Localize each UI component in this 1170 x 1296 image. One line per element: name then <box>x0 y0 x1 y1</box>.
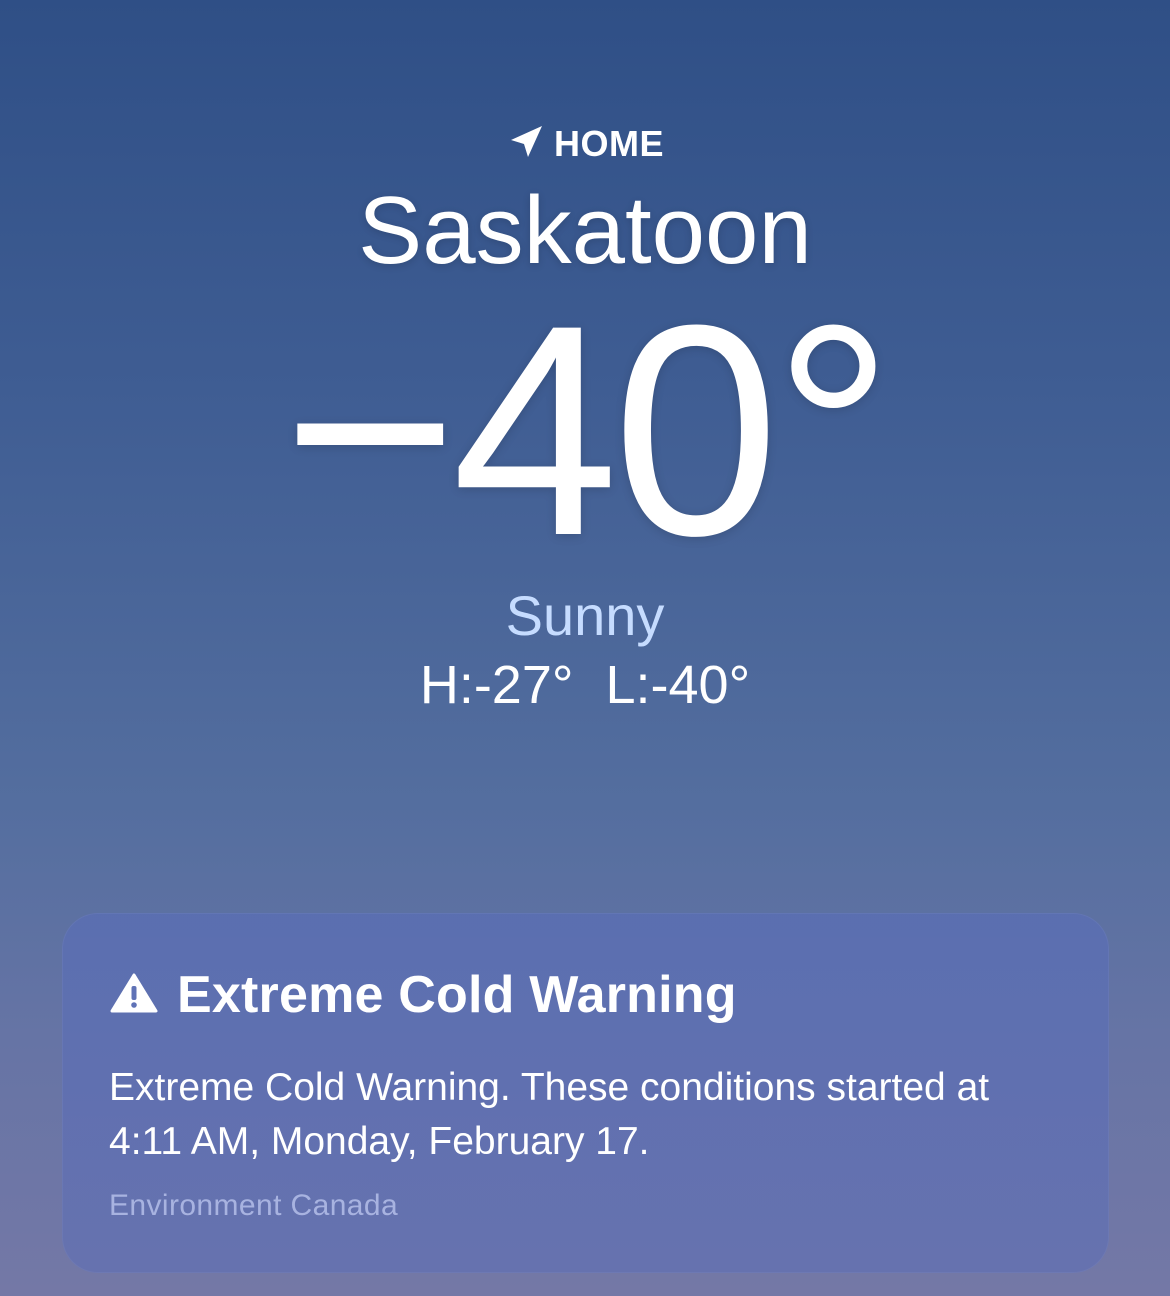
weather-condition: Sunny <box>505 584 665 647</box>
low-temperature: L:-40° <box>605 655 751 715</box>
alert-description: Extreme Cold Warning. These conditions s… <box>109 1066 990 1163</box>
current-temperature: −40° <box>282 262 894 598</box>
alert-header: Extreme Cold Warning <box>109 965 737 1025</box>
warning-triangle-icon <box>109 971 159 1020</box>
location-header: HOME <box>0 122 1170 166</box>
alert-title: Extreme Cold Warning <box>177 966 737 1024</box>
high-low-temperatures: H:-27° L:-40° <box>0 654 1170 716</box>
weather-alert-card[interactable]: Extreme Cold Warning Extreme Cold Warnin… <box>62 913 1109 1273</box>
home-label: HOME <box>554 123 664 164</box>
weather-screen: HOME Saskatoon −40° Sunny H:-27° L:-40° E… <box>0 0 1170 1296</box>
location-arrow-icon <box>506 122 546 167</box>
alert-source: Environment Canada <box>109 1189 399 1222</box>
high-temperature: H:-27° <box>419 655 574 715</box>
